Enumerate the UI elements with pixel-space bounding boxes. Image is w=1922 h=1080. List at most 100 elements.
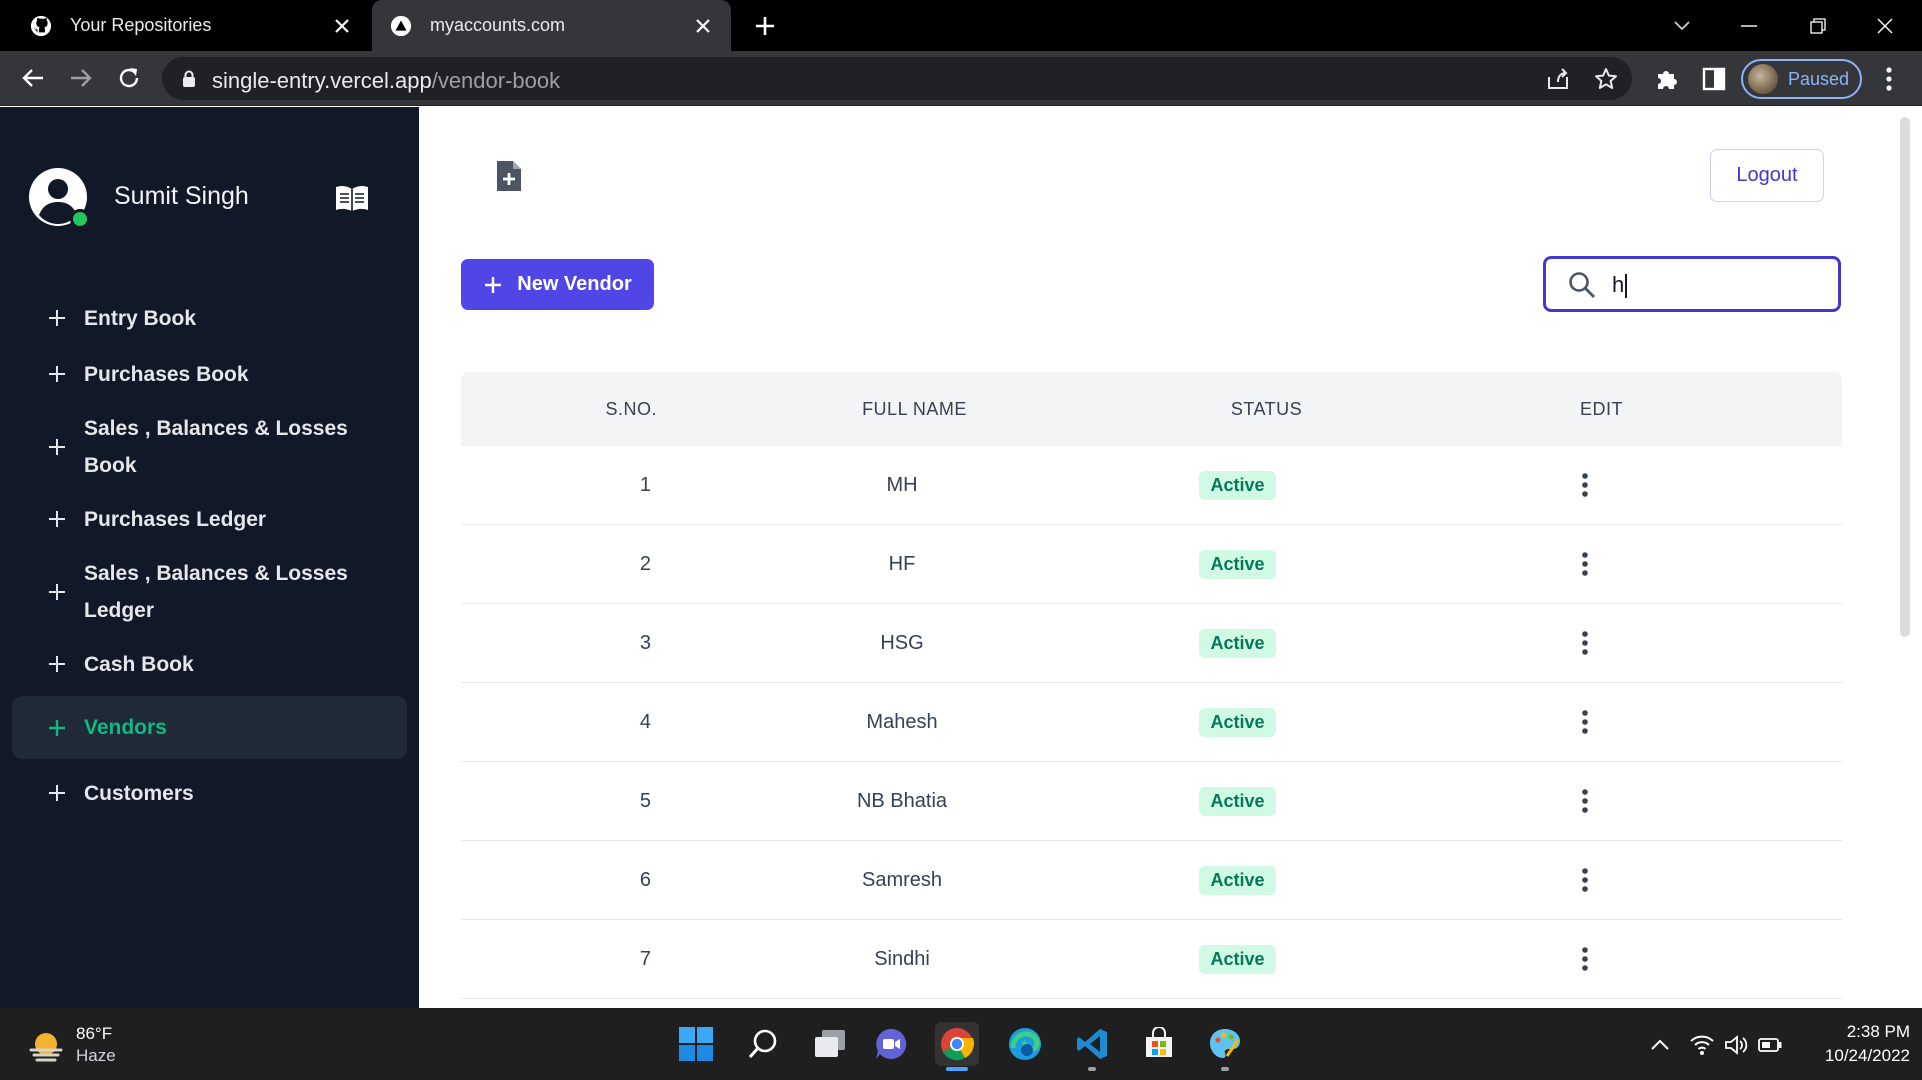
cell-edit xyxy=(1328,551,1842,577)
cell-full-name: Samresh xyxy=(861,868,943,891)
page-scrollbar[interactable] xyxy=(1900,117,1910,637)
wifi-icon[interactable] xyxy=(1689,1032,1715,1058)
status-badge: Active xyxy=(1199,707,1276,737)
cell-status: Active xyxy=(1147,628,1328,658)
show-hidden-icons-chevron-icon[interactable] xyxy=(1647,1032,1673,1058)
sidebar-item-label: Cash Book xyxy=(84,652,194,676)
search-input[interactable]: h xyxy=(1543,256,1841,312)
edge-icon[interactable] xyxy=(1003,1022,1047,1066)
cell-full-name: MH xyxy=(886,473,918,496)
sidebar-item-sales-balances-losses-book[interactable]: Sales , Balances & Losses Book xyxy=(12,399,407,494)
cell-status: Active xyxy=(1147,707,1328,737)
vscode-icon[interactable] xyxy=(1070,1022,1114,1071)
url-domain: single-entry.vercel.app xyxy=(212,68,432,93)
browser-toolbar: single-entry.vercel.app/vendor-book Paus… xyxy=(0,51,1922,106)
task-view-icon[interactable] xyxy=(808,1022,852,1066)
clock-date: 10/24/2022 xyxy=(1824,1046,1910,1065)
browser-menu-icon[interactable] xyxy=(1876,65,1902,93)
table-row: 5 NB Bhatia Active xyxy=(461,762,1842,841)
plus-icon xyxy=(49,656,65,672)
sidebar-item-purchases-book[interactable]: Purchases Book xyxy=(12,349,407,399)
cell-sno: 6 xyxy=(639,868,651,891)
sidebar-item-label: Sales , Balances & Losses Ledger xyxy=(84,561,348,622)
sidebar-item-cash-book[interactable]: Cash Book xyxy=(12,639,407,689)
share-icon[interactable] xyxy=(1546,67,1570,91)
more-options-icon[interactable] xyxy=(1581,630,1589,656)
restore-icon[interactable] xyxy=(1788,0,1848,51)
plus-icon xyxy=(49,583,65,600)
more-options-icon[interactable] xyxy=(1581,709,1589,735)
book-icon[interactable] xyxy=(334,183,370,213)
search-icon[interactable] xyxy=(741,1022,785,1066)
user-name: Sumit Singh xyxy=(114,182,249,210)
address-bar[interactable]: single-entry.vercel.app/vendor-book xyxy=(162,57,1632,100)
tab-title: myaccounts.com xyxy=(430,15,566,35)
more-options-icon[interactable] xyxy=(1581,946,1589,972)
close-tab-icon[interactable] xyxy=(691,14,715,38)
weather-widget[interactable]: 86°F Haze xyxy=(28,1022,188,1068)
browser-tab-bar: Your Repositories myaccounts.com xyxy=(0,0,1922,51)
cell-edit xyxy=(1328,630,1842,656)
paint-icon[interactable] xyxy=(1203,1022,1247,1071)
cell-edit xyxy=(1328,867,1842,893)
forward-arrow-icon[interactable] xyxy=(64,61,98,95)
sidebar-item-sales-balances-losses-ledger[interactable]: Sales , Balances & Losses Ledger xyxy=(12,544,407,639)
url-path: /vendor-book xyxy=(431,68,561,93)
system-clock[interactable]: 2:38 PM 10/24/2022 xyxy=(1800,1020,1910,1068)
close-window-icon[interactable] xyxy=(1855,0,1915,51)
back-arrow-icon[interactable] xyxy=(16,61,50,95)
lock-icon[interactable] xyxy=(182,70,196,92)
add-document-icon[interactable] xyxy=(495,159,523,193)
windows-start-icon[interactable] xyxy=(674,1022,718,1066)
chrome-icon[interactable] xyxy=(935,1022,979,1071)
more-options-icon[interactable] xyxy=(1581,551,1589,577)
battery-icon[interactable] xyxy=(1757,1032,1783,1058)
url-text: single-entry.vercel.app/vendor-book xyxy=(212,68,560,94)
running-app-indicator xyxy=(1088,1067,1096,1071)
reload-icon[interactable] xyxy=(112,61,146,95)
cell-status: Active xyxy=(1147,549,1328,579)
teams-chat-icon[interactable] xyxy=(869,1022,913,1066)
extensions-puzzle-icon[interactable] xyxy=(1654,66,1680,92)
cell-full-name: Mahesh xyxy=(866,710,938,733)
volume-icon[interactable] xyxy=(1723,1032,1749,1058)
search-value: h xyxy=(1612,272,1628,299)
sidebar-item-entry-book[interactable]: Entry Book xyxy=(12,287,407,349)
profile-button[interactable]: Paused xyxy=(1741,59,1862,99)
tab-search-chevron-icon[interactable] xyxy=(1652,0,1712,51)
close-tab-icon[interactable] xyxy=(330,14,354,38)
tab-myaccounts[interactable]: myaccounts.com xyxy=(372,0,731,51)
more-options-icon[interactable] xyxy=(1581,472,1589,498)
cell-status: Active xyxy=(1147,470,1328,500)
cell-status: Active xyxy=(1147,786,1328,816)
windows-taskbar: 86°F Haze 2:38 PM 10/24/2022 xyxy=(0,1008,1922,1080)
status-badge: Active xyxy=(1199,470,1276,500)
more-options-icon[interactable] xyxy=(1581,788,1589,814)
logout-button[interactable]: Logout xyxy=(1710,149,1824,202)
tab-your-repositories[interactable]: Your Repositories xyxy=(0,0,370,51)
sidebar-item-label: Purchases Ledger xyxy=(84,507,267,531)
bookmark-star-icon[interactable] xyxy=(1594,67,1618,91)
minimize-icon[interactable] xyxy=(1719,0,1779,51)
more-options-icon[interactable] xyxy=(1581,867,1589,893)
plus-icon xyxy=(49,511,65,527)
cell-edit xyxy=(1328,946,1842,972)
sidebar-item-customers[interactable]: Customers xyxy=(12,759,407,827)
sidebar-item-purchases-ledger[interactable]: Purchases Ledger xyxy=(12,494,407,544)
status-badge: Active xyxy=(1199,628,1276,658)
weather-temperature: 86°F xyxy=(76,1024,113,1043)
side-panel-icon[interactable] xyxy=(1701,66,1727,92)
new-vendor-button[interactable]: New Vendor xyxy=(461,259,654,310)
plus-icon xyxy=(49,438,65,455)
ms-store-icon[interactable] xyxy=(1137,1022,1181,1066)
sidebar-item-label: Customers xyxy=(84,781,194,805)
search-icon xyxy=(1568,271,1596,299)
table-row: 7 Sindhi Active xyxy=(461,920,1842,999)
plus-icon xyxy=(49,310,65,326)
new-tab-plus-icon[interactable] xyxy=(752,13,778,39)
cell-sno: 4 xyxy=(639,710,651,733)
main-content: Logout New Vendor h S.NO. FULL NAME STAT… xyxy=(419,107,1922,1008)
search-text: h xyxy=(1612,272,1625,297)
sidebar-item-vendors[interactable]: Vendors xyxy=(12,696,407,759)
sidebar: Sumit Singh Entry Book Purchases Book Sa… xyxy=(0,107,419,1008)
